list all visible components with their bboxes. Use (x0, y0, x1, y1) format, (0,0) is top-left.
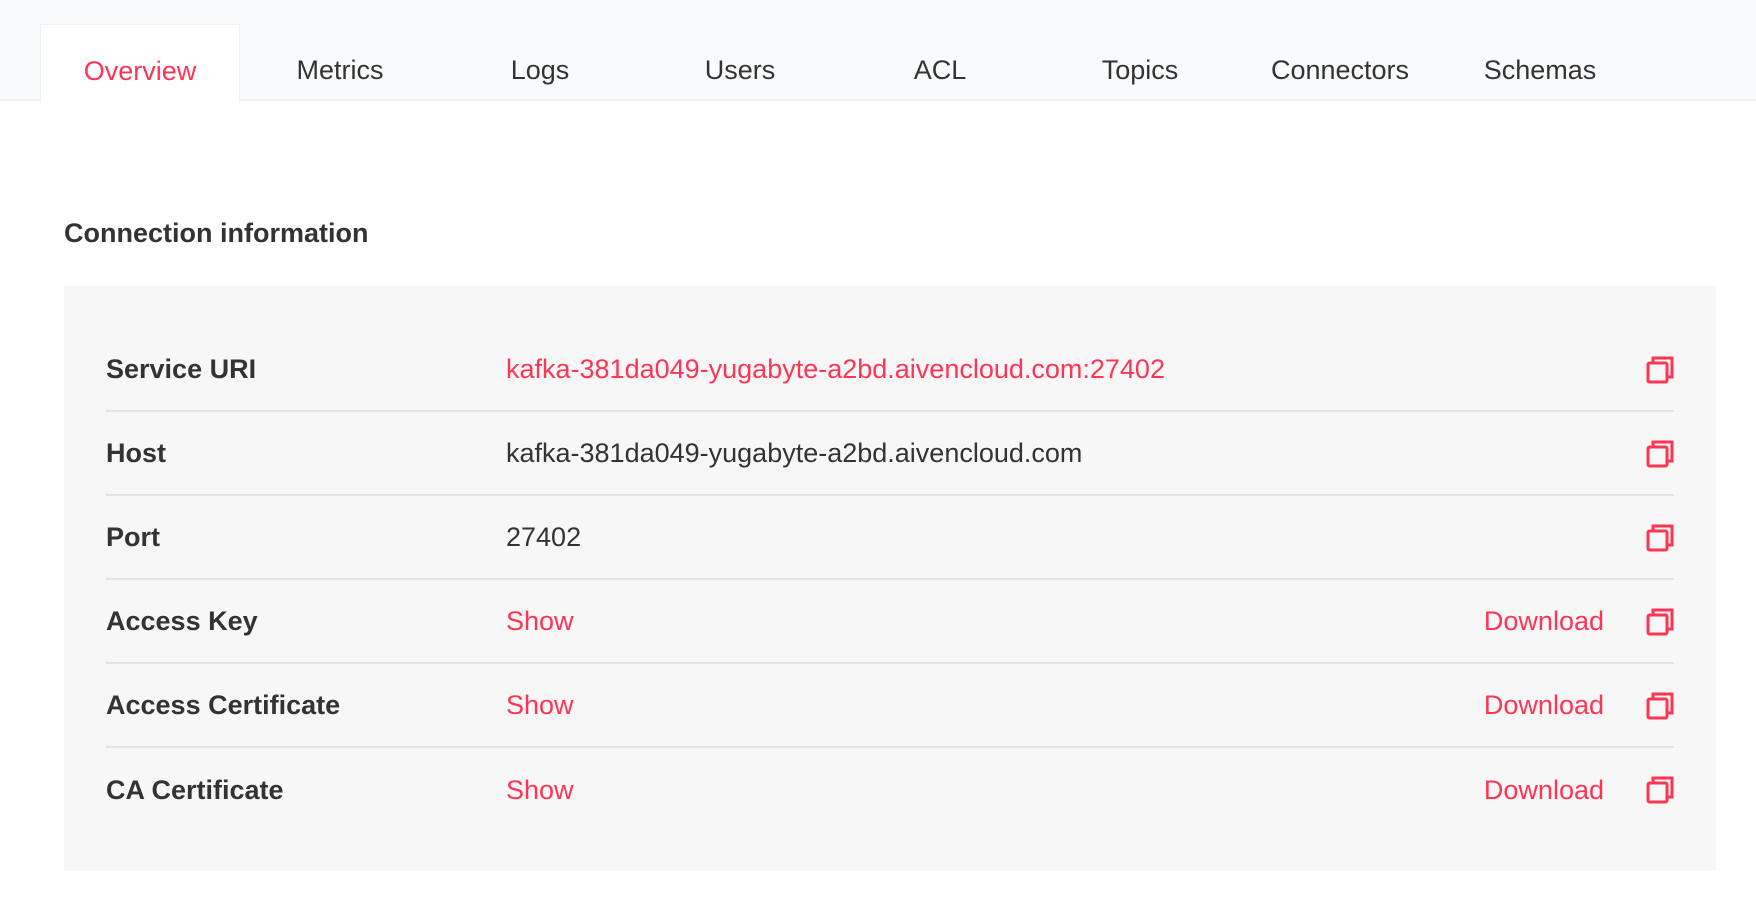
connection-row: Access Key Show Download (106, 580, 1674, 664)
row-label: Port (106, 521, 160, 552)
tab-metrics[interactable]: Metrics (240, 24, 440, 103)
value-text: 27402 (506, 521, 582, 552)
download-link[interactable]: Download (1484, 775, 1604, 806)
row-label: Access Key (106, 605, 258, 636)
tab-topics[interactable]: Topics (1040, 24, 1240, 103)
copy-icon[interactable] (1646, 692, 1674, 720)
tab-users[interactable]: Users (640, 24, 840, 103)
value-text: kafka-381da049-yugabyte-a2bd.aivencloud.… (506, 353, 1165, 384)
row-value: kafka-381da049-yugabyte-a2bd.aivencloud.… (506, 354, 1674, 385)
download-link[interactable]: Download (1484, 606, 1604, 637)
show-link[interactable]: Show (506, 606, 574, 636)
connection-row: Host kafka-381da049-yugabyte-a2bd.aivencl… (106, 412, 1674, 496)
copy-icon[interactable] (1646, 608, 1674, 636)
row-label: Host (106, 437, 166, 468)
tab-bar: Overview Metrics Logs Users ACL Topics C… (0, 0, 1756, 103)
section-title: Connection information (64, 218, 369, 248)
connection-row: CA Certificate Show Download (106, 748, 1674, 832)
show-link[interactable]: Show (506, 775, 574, 805)
row-label: CA Certificate (106, 774, 284, 805)
tab-schemas[interactable]: Schemas (1440, 24, 1640, 103)
connection-row: Port 27402 (106, 496, 1674, 580)
show-link[interactable]: Show (506, 690, 574, 720)
connection-row: Service URI kafka-381da049-yugabyte-a2bd.… (106, 328, 1674, 412)
row-label: Access Certificate (106, 689, 341, 720)
copy-icon[interactable] (1646, 440, 1674, 468)
download-link[interactable]: Download (1484, 690, 1604, 721)
tab-logs[interactable]: Logs (440, 24, 640, 103)
tab-acl[interactable]: ACL (840, 24, 1040, 103)
connection-info-panel: Service URI kafka-381da049-yugabyte-a2bd.… (64, 286, 1716, 871)
row-label: Service URI (106, 353, 257, 384)
copy-icon[interactable] (1646, 776, 1674, 804)
row-value: 27402 (506, 522, 1674, 553)
copy-icon[interactable] (1646, 524, 1674, 552)
copy-icon[interactable] (1646, 356, 1674, 384)
row-value: kafka-381da049-yugabyte-a2bd.aivencloud.… (506, 438, 1674, 469)
tab-connectors[interactable]: Connectors (1240, 24, 1440, 103)
connection-row: Access Certificate Show Download (106, 664, 1674, 748)
value-text: kafka-381da049-yugabyte-a2bd.aivencloud.… (506, 437, 1083, 468)
tab-overview[interactable]: Overview (40, 24, 240, 103)
